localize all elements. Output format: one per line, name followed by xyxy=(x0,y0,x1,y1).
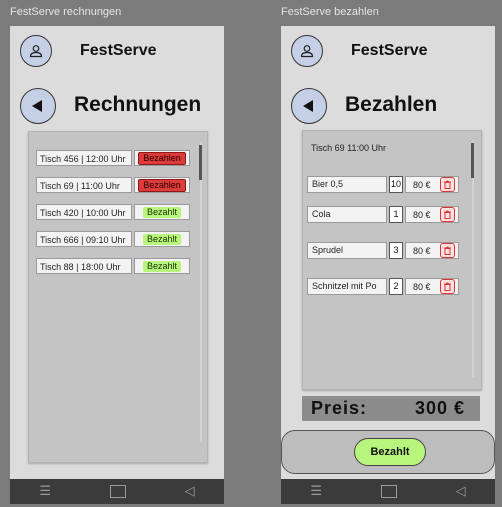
total-price-bar: Preis: 300 € xyxy=(302,396,480,421)
status-badge-paid: Bezahlt xyxy=(142,260,182,272)
status-badge-paid: Bezahlt xyxy=(142,233,182,245)
user-avatar-button[interactable] xyxy=(291,35,323,67)
back-button[interactable] xyxy=(291,88,327,124)
frame-title-rechnungen: FestServe rechnungen xyxy=(10,6,122,18)
trash-icon[interactable] xyxy=(440,243,455,258)
item-name: Cola xyxy=(307,206,387,223)
user-icon xyxy=(300,45,314,58)
status-badge-unpaid[interactable]: Bezahlen xyxy=(138,151,186,165)
menu-icon[interactable]: ☰ xyxy=(310,484,322,499)
bill-item-row: Sprudel 3 80 € xyxy=(307,242,459,259)
status-badge-paid: Bezahlt xyxy=(142,206,182,218)
bill-item-row: Cola 1 80 € xyxy=(307,206,459,223)
brand-title: FestServe xyxy=(351,42,428,59)
order-row[interactable]: Tisch 420 | 10:00 Uhr Bezahlt xyxy=(36,204,190,220)
item-price: 80 € xyxy=(413,179,431,190)
frame-title-bezahlen: FestServe bezahlen xyxy=(281,6,379,18)
bill-table-info: Tisch 69 11:00 Uhr xyxy=(311,143,387,153)
bill-item-row: Schnitzel mit Po 2 80 € xyxy=(307,278,459,295)
item-price: 80 € xyxy=(413,245,431,256)
order-row[interactable]: Tisch 666 | 09:10 Uhr Bezahlt xyxy=(36,231,190,247)
system-navbar: ☰ ◁ xyxy=(10,479,224,504)
item-price: 80 € xyxy=(413,281,431,292)
order-table-label: Tisch 88 | 18:00 Uhr xyxy=(36,258,132,274)
order-table-label: Tisch 456 | 12:00 Uhr xyxy=(36,150,132,166)
home-icon[interactable] xyxy=(380,485,397,498)
order-table-label: Tisch 420 | 10:00 Uhr xyxy=(36,204,132,220)
rechnungen-screen: FestServe Rechnungen Tisch 456 | 12:00 U… xyxy=(10,26,224,504)
scrollbar-thumb[interactable] xyxy=(471,143,474,178)
order-row[interactable]: Tisch 456 | 12:00 Uhr Bezahlen xyxy=(36,150,190,166)
bill-item-row: Bier 0,5 10 80 € xyxy=(307,176,459,193)
bezahlen-screen: FestServe Bezahlen Tisch 69 11:00 Uhr Bi… xyxy=(281,26,495,504)
item-quantity-field[interactable]: 2 xyxy=(389,278,403,295)
user-icon xyxy=(29,45,43,58)
item-name: Bier 0,5 xyxy=(307,176,387,193)
total-price-label: Preis: xyxy=(311,398,368,418)
system-navbar: ☰ ◁ xyxy=(281,479,495,504)
home-icon[interactable] xyxy=(109,485,126,498)
status-badge-unpaid[interactable]: Bezahlen xyxy=(138,178,186,192)
item-name: Sprudel xyxy=(307,242,387,259)
scrollbar-track[interactable] xyxy=(200,142,202,442)
nav-back-icon[interactable]: ◁ xyxy=(456,484,466,499)
trash-icon[interactable] xyxy=(440,177,455,192)
menu-icon[interactable]: ☰ xyxy=(39,484,51,499)
item-quantity-field[interactable]: 3 xyxy=(389,242,403,259)
mark-paid-button[interactable]: Bezahlt xyxy=(354,438,426,466)
scrollbar-thumb[interactable] xyxy=(199,145,202,180)
order-row[interactable]: Tisch 88 | 18:00 Uhr Bezahlt xyxy=(36,258,190,274)
back-arrow-icon xyxy=(302,100,313,112)
nav-back-icon[interactable]: ◁ xyxy=(185,484,195,499)
total-price-value: 300 € xyxy=(414,398,465,418)
item-quantity-field[interactable]: 10 xyxy=(389,176,403,193)
bill-items-panel: Tisch 69 11:00 Uhr Bier 0,5 10 80 € Cola… xyxy=(302,130,482,390)
page-title: Rechnungen xyxy=(74,93,202,116)
item-quantity-field[interactable]: 1 xyxy=(389,206,403,223)
back-arrow-icon xyxy=(31,100,42,112)
page-title: Bezahlen xyxy=(345,93,438,116)
order-table-label: Tisch 69 | 11:00 Uhr xyxy=(36,177,132,193)
item-name: Schnitzel mit Po xyxy=(307,278,387,295)
brand-title: FestServe xyxy=(80,42,157,59)
orders-list: Tisch 456 | 12:00 Uhr Bezahlen Tisch 69 … xyxy=(28,131,208,463)
user-avatar-button[interactable] xyxy=(20,35,52,67)
trash-icon[interactable] xyxy=(440,279,455,294)
back-button[interactable] xyxy=(20,88,56,124)
trash-icon[interactable] xyxy=(440,207,455,222)
order-table-label: Tisch 666 | 09:10 Uhr xyxy=(36,231,132,247)
pay-action-area: Bezahlt xyxy=(281,430,495,474)
item-price: 80 € xyxy=(413,209,431,220)
order-row[interactable]: Tisch 69 | 11:00 Uhr Bezahlen xyxy=(36,177,190,193)
